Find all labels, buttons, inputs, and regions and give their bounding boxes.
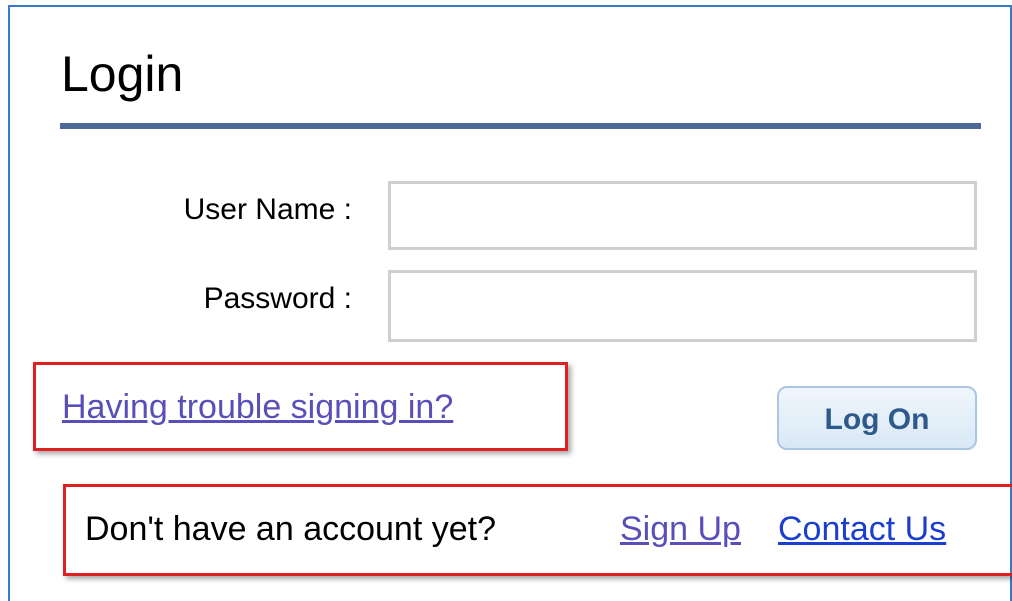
title-divider (60, 123, 981, 129)
password-label: Password : (203, 282, 352, 315)
contact-us-link[interactable]: Contact Us (778, 510, 946, 549)
password-input[interactable] (388, 270, 977, 342)
page-title: Login (61, 46, 184, 102)
username-input[interactable] (388, 181, 977, 250)
trouble-signing-in-link[interactable]: Having trouble signing in? (62, 388, 453, 427)
no-account-text: Don't have an account yet? (85, 510, 496, 548)
sign-up-link[interactable]: Sign Up (620, 510, 741, 549)
username-label: User Name : (183, 193, 352, 226)
log-on-button[interactable]: Log On (777, 386, 977, 450)
